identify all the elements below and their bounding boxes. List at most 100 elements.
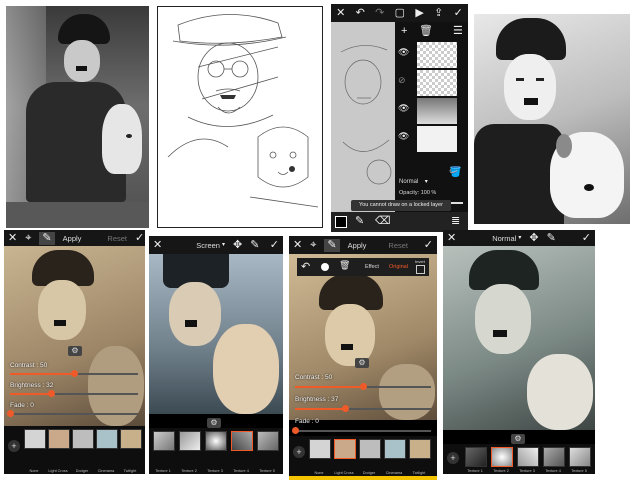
texture-label-1: Texture 2 <box>493 469 509 473</box>
contrast-knob[interactable] <box>71 370 78 377</box>
brush-icon[interactable]: ✎ <box>250 239 259 251</box>
settings-gear-icon[interactable]: ⚙ <box>207 418 221 428</box>
redo-icon[interactable]: ↷ <box>375 7 384 19</box>
brush-size-dot[interactable] <box>321 263 329 271</box>
apply-button[interactable]: Apply <box>63 234 82 243</box>
original-toggle[interactable]: Original <box>389 264 408 270</box>
contrast-slider[interactable] <box>10 370 138 377</box>
brush-icon[interactable]: ✎ <box>355 216 364 227</box>
visibility-eye-icon[interactable]: 👁 <box>398 48 409 57</box>
reset-button[interactable]: Reset <box>107 234 127 243</box>
add-texture-button[interactable]: + <box>447 452 459 464</box>
contrast-knob[interactable] <box>360 383 367 390</box>
close-icon[interactable]: ✕ <box>153 239 162 251</box>
eraser-icon[interactable]: ⌫ <box>375 216 391 227</box>
effect-label-0: None <box>29 469 39 473</box>
sketch-canvas[interactable] <box>331 22 395 212</box>
blend-mode-select-screen[interactable]: Screen <box>196 241 220 250</box>
undo-icon[interactable]: ↶ <box>356 7 365 19</box>
move-icon[interactable]: ✥ <box>529 232 538 244</box>
settings-gear-icon[interactable]: ⚙ <box>511 434 525 444</box>
trash-icon[interactable]: 🗑 <box>419 26 433 37</box>
texture-thumb-4[interactable] <box>569 447 591 467</box>
effects-screen-b: ✕ ⌖ ✎ Apply Reset ✓ ↶ 🗑 Effect Original … <box>289 236 437 480</box>
checkmark-icon[interactable]: ✓ <box>582 232 591 244</box>
add-layer-icon[interactable]: + <box>401 26 407 37</box>
crosshair-icon[interactable]: ⌖ <box>310 239 316 251</box>
effect-thumb-2[interactable] <box>359 439 381 459</box>
effect-thumb-3[interactable] <box>96 429 118 449</box>
add-effect-button[interactable]: + <box>293 446 305 458</box>
blend-mode-select-normal[interactable]: Normal <box>492 234 516 243</box>
effect-thumb-2[interactable] <box>72 429 94 449</box>
effect-thumb-3[interactable] <box>384 439 406 459</box>
crosshair-icon[interactable]: ⌖ <box>25 232 31 244</box>
crop-icon[interactable]: ▢ <box>395 7 405 19</box>
settings-gear-icon[interactable]: ⚙ <box>68 346 82 356</box>
texture-thumb-0[interactable] <box>153 431 175 451</box>
brightness-slider[interactable] <box>295 405 431 412</box>
trash-icon[interactable]: 🗑 <box>339 261 350 270</box>
layers-icon[interactable]: ≣ <box>451 216 460 227</box>
effect-thumb-4[interactable] <box>120 429 142 449</box>
brightness-slider[interactable] <box>10 390 138 397</box>
effect-thumb-0[interactable] <box>309 439 331 459</box>
texture-thumb-2[interactable] <box>517 447 539 467</box>
checkmark-icon[interactable]: ✓ <box>135 232 144 244</box>
texture-thumb-2[interactable] <box>205 431 227 451</box>
fade-slider[interactable] <box>7 410 138 417</box>
texture-thumb-0[interactable] <box>465 447 487 467</box>
visibility-eye-icon-3[interactable]: 👁 <box>398 104 409 113</box>
dog-nose <box>126 134 132 138</box>
texture-thumb-1[interactable] <box>179 431 201 451</box>
contrast-slider[interactable] <box>295 383 431 390</box>
video-icon[interactable]: ▶ <box>415 7 423 19</box>
export-icon[interactable]: ⇪ <box>434 7 443 19</box>
reset-button[interactable]: Reset <box>388 241 408 250</box>
add-effect-button[interactable]: + <box>8 440 20 452</box>
effect-thumb-1[interactable] <box>334 439 356 459</box>
color-swatch[interactable] <box>335 216 347 228</box>
texture-thumb-3[interactable] <box>543 447 565 467</box>
close-icon[interactable]: ✕ <box>336 7 345 19</box>
settings-gear-icon[interactable]: ⚙ <box>355 358 369 368</box>
mustache-d <box>493 330 507 337</box>
brush-icon[interactable]: ✎ <box>547 232 556 244</box>
fade-slider[interactable] <box>292 427 431 434</box>
fade-knob[interactable] <box>7 410 14 417</box>
texture-thumb-1[interactable] <box>491 447 513 467</box>
texture-thumb-4[interactable] <box>257 431 279 451</box>
invert-checkbox[interactable] <box>416 265 425 274</box>
close-icon[interactable]: ✕ <box>293 239 302 251</box>
effect-thumb-4[interactable] <box>409 439 431 459</box>
close-icon[interactable]: ✕ <box>8 232 17 244</box>
fade-knob[interactable] <box>292 427 299 434</box>
blend-mode-select[interactable]: Normal ▾ <box>399 170 439 185</box>
paint-bucket-icon[interactable]: 🪣 <box>449 168 461 178</box>
undo-icon[interactable]: ↶ <box>301 262 310 273</box>
brightness-knob[interactable] <box>47 390 55 397</box>
checkmark-icon[interactable]: ✓ <box>454 7 463 19</box>
dog-ear-left <box>556 134 572 158</box>
close-icon[interactable]: ✕ <box>447 232 456 244</box>
texture-thumb-3[interactable] <box>231 431 253 451</box>
effect-thumb-1[interactable] <box>48 429 70 449</box>
brush-icon[interactable]: ✎ <box>324 238 340 252</box>
effect-label-1: Light Cross <box>48 469 68 473</box>
effect-toggle[interactable]: Effect <box>365 264 379 270</box>
hidden-eye-icon[interactable]: ⊘ <box>398 76 406 85</box>
layer-thumb-sketch[interactable] <box>417 70 457 96</box>
move-icon[interactable]: ✥ <box>233 239 242 251</box>
checkmark-icon[interactable]: ✓ <box>270 239 279 251</box>
effect-thumb-0[interactable] <box>24 429 46 449</box>
layer-thumb-gradient[interactable] <box>417 98 457 124</box>
layer-thumb-white[interactable] <box>417 126 457 152</box>
texture-label-4: Texture 5 <box>571 469 587 473</box>
visibility-eye-icon-4[interactable]: 👁 <box>398 132 409 141</box>
checkmark-icon[interactable]: ✓ <box>424 239 433 251</box>
face-d <box>475 284 531 354</box>
layer-thumb-transparent[interactable] <box>417 42 457 68</box>
layer-menu-icon[interactable]: ☰ <box>453 26 463 37</box>
apply-button[interactable]: Apply <box>348 241 367 250</box>
brush-icon[interactable]: ✎ <box>39 231 55 245</box>
